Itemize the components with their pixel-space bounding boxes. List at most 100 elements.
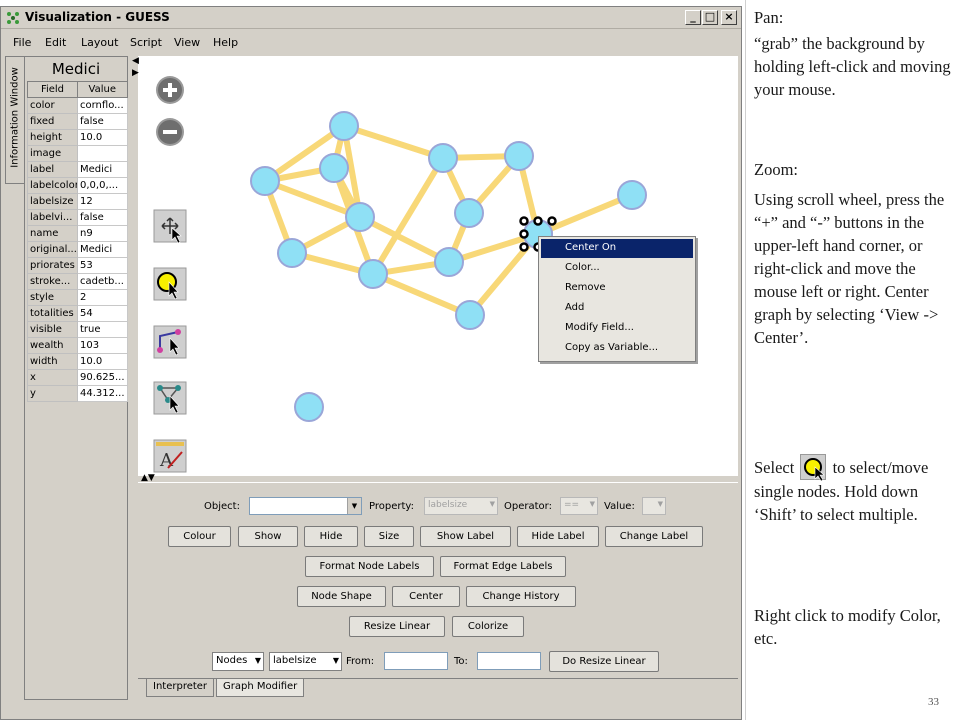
menu-file[interactable]: File bbox=[13, 36, 31, 49]
graph-node[interactable] bbox=[434, 247, 464, 277]
format-edge-labels-button[interactable]: Format Edge Labels bbox=[440, 556, 566, 577]
table-row[interactable]: color cornflo... bbox=[27, 97, 128, 114]
table-row[interactable]: style 2 bbox=[27, 289, 128, 306]
menu-layout[interactable]: Layout bbox=[81, 36, 118, 49]
to-input[interactable] bbox=[477, 652, 541, 670]
size-button[interactable]: Size bbox=[364, 526, 414, 547]
graph-node[interactable] bbox=[329, 111, 359, 141]
annotate-tool-icon[interactable]: A bbox=[153, 439, 187, 473]
value-cell[interactable]: 12 bbox=[77, 193, 128, 210]
value-cell[interactable]: 90.625... bbox=[77, 369, 128, 386]
graph-node[interactable] bbox=[455, 300, 485, 330]
value-cell[interactable]: 53 bbox=[77, 257, 128, 274]
table-row[interactable]: width 10.0 bbox=[27, 353, 128, 370]
split-expand-right-icon[interactable]: ▶ bbox=[132, 68, 139, 78]
graph-node[interactable] bbox=[504, 141, 534, 171]
do-resize-linear-button[interactable]: Do Resize Linear bbox=[549, 651, 659, 672]
graph-node[interactable] bbox=[345, 202, 375, 232]
format-node-labels-button[interactable]: Format Node Labels bbox=[305, 556, 434, 577]
graph-edge[interactable] bbox=[341, 123, 446, 161]
split-collapse-left-icon[interactable]: ◀ bbox=[132, 56, 139, 66]
table-row[interactable]: image bbox=[27, 145, 128, 162]
value-cell[interactable]: 10.0 bbox=[77, 129, 128, 146]
table-row[interactable]: name n9 bbox=[27, 225, 128, 242]
table-row[interactable]: labelvi... false bbox=[27, 209, 128, 226]
table-row[interactable]: y 44.312... bbox=[27, 385, 128, 402]
colorize-button[interactable]: Colorize bbox=[452, 616, 524, 637]
context-menu-color[interactable]: Color... bbox=[541, 259, 693, 278]
hide-label-button[interactable]: Hide Label bbox=[517, 526, 599, 547]
value-cell[interactable]: 103 bbox=[77, 337, 128, 354]
value-cell[interactable]: 0,0,0,... bbox=[77, 177, 128, 194]
tab-interpreter[interactable]: Interpreter bbox=[146, 679, 215, 697]
value-cell[interactable]: n9 bbox=[77, 225, 128, 242]
graph-node[interactable] bbox=[454, 198, 484, 228]
table-row[interactable]: stroke... cadetb... bbox=[27, 273, 128, 290]
value-cell[interactable]: cadetb... bbox=[77, 273, 128, 290]
tab-graph-modifier[interactable]: Graph Modifier bbox=[216, 679, 305, 697]
context-menu-modify-field[interactable]: Modify Field... bbox=[541, 319, 693, 338]
table-row[interactable]: original... Medici bbox=[27, 241, 128, 258]
menu-edit[interactable]: Edit bbox=[45, 36, 66, 49]
context-menu-center-on[interactable]: Center On bbox=[541, 239, 693, 258]
table-row[interactable]: priorates 53 bbox=[27, 257, 128, 274]
value-cell[interactable] bbox=[77, 145, 128, 162]
table-row[interactable]: labelsize 12 bbox=[27, 193, 128, 210]
title-bar[interactable]: Visualization - GUESS _ □ × bbox=[1, 7, 741, 29]
value-cell[interactable]: true bbox=[77, 321, 128, 338]
from-input[interactable] bbox=[384, 652, 448, 670]
show-label-button[interactable]: Show Label bbox=[420, 526, 511, 547]
graph-node[interactable] bbox=[358, 259, 388, 289]
information-window-tab[interactable]: Information Window bbox=[5, 56, 24, 184]
center-button[interactable]: Center bbox=[392, 586, 460, 607]
column-header-field[interactable]: Field bbox=[27, 81, 78, 98]
table-row[interactable]: x 90.625... bbox=[27, 369, 128, 386]
node-shape-button[interactable]: Node Shape bbox=[297, 586, 386, 607]
colour-button[interactable]: Colour bbox=[168, 526, 231, 547]
selection-handle[interactable] bbox=[519, 242, 529, 252]
value-cell[interactable]: false bbox=[77, 209, 128, 226]
value-cell[interactable]: false bbox=[77, 113, 128, 130]
type-combo[interactable]: Nodes ▼ bbox=[212, 652, 264, 671]
graph-node[interactable] bbox=[319, 153, 349, 183]
graph-node[interactable] bbox=[277, 238, 307, 268]
table-row[interactable]: height 10.0 bbox=[27, 129, 128, 146]
hide-button[interactable]: Hide bbox=[304, 526, 358, 547]
value-cell[interactable]: 54 bbox=[77, 305, 128, 322]
change-label-button[interactable]: Change Label bbox=[605, 526, 703, 547]
chevron-down-icon[interactable]: ▼ bbox=[347, 498, 361, 514]
value-cell[interactable]: 44.312... bbox=[77, 385, 128, 402]
table-row[interactable]: label Medici bbox=[27, 161, 128, 178]
value-cell[interactable]: 10.0 bbox=[77, 353, 128, 370]
pan-tool-icon[interactable] bbox=[153, 209, 187, 244]
context-menu-add[interactable]: Add bbox=[541, 299, 693, 318]
selection-handle[interactable] bbox=[533, 216, 543, 226]
zoom-out-icon[interactable] bbox=[156, 118, 184, 146]
context-menu-remove[interactable]: Remove bbox=[541, 279, 693, 298]
selection-handle[interactable] bbox=[547, 216, 557, 226]
field-combo[interactable]: labelsize ▼ bbox=[269, 652, 342, 671]
menu-help[interactable]: Help bbox=[213, 36, 238, 49]
menu-view[interactable]: View bbox=[174, 36, 200, 49]
value-cell[interactable]: Medici bbox=[77, 241, 128, 258]
show-button[interactable]: Show bbox=[238, 526, 298, 547]
change-history-button[interactable]: Change History bbox=[466, 586, 576, 607]
graph-edge[interactable] bbox=[535, 192, 635, 237]
graph-node[interactable] bbox=[428, 143, 458, 173]
minimize-button[interactable]: _ bbox=[685, 10, 701, 25]
graph-node[interactable] bbox=[617, 180, 647, 210]
close-button[interactable]: × bbox=[721, 10, 737, 25]
graph-canvas[interactable]: A ◀ ▶ Center On Color... Remove Add Modi… bbox=[132, 56, 738, 476]
object-combo[interactable]: ▼ bbox=[249, 497, 362, 515]
zoom-in-icon[interactable] bbox=[156, 76, 184, 104]
maximize-button[interactable]: □ bbox=[702, 10, 718, 25]
node-tool-icon[interactable] bbox=[153, 381, 187, 415]
menu-script[interactable]: Script bbox=[130, 36, 162, 49]
table-row[interactable]: totalities 54 bbox=[27, 305, 128, 322]
value-cell[interactable]: Medici bbox=[77, 161, 128, 178]
table-row[interactable]: visible true bbox=[27, 321, 128, 338]
edge-tool-icon[interactable] bbox=[153, 325, 187, 359]
value-cell[interactable]: cornflo... bbox=[77, 97, 128, 114]
context-menu-copy-as-variable[interactable]: Copy as Variable... bbox=[541, 339, 693, 358]
graph-node[interactable] bbox=[250, 166, 280, 196]
